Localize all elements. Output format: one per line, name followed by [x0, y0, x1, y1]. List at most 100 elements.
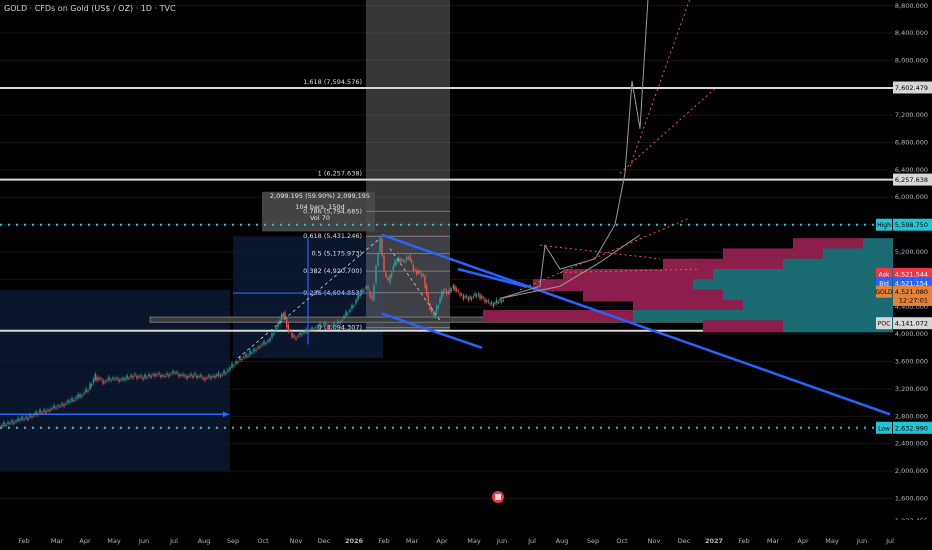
price-axis-tick: 6,400.000 [895, 166, 928, 174]
candle-body [164, 375, 166, 377]
candle-body [37, 413, 39, 415]
candle-body [357, 294, 359, 300]
candle-body [231, 363, 233, 368]
volume-profile-bar [863, 238, 893, 251]
volume-profile-bar [743, 299, 893, 312]
candle-body [108, 377, 110, 381]
candle-body [65, 403, 67, 405]
volume-profile-bar [663, 258, 783, 271]
candle-body [208, 375, 210, 378]
candle-body [485, 300, 488, 302]
candle-body [148, 374, 150, 377]
candle-body [319, 322, 321, 327]
chart-canvas[interactable]: 1.618 (7,594.576)1 (6,257.638)0.786 (5,7… [0, 0, 932, 550]
volume-profile-bar [793, 238, 863, 251]
candle-body [1, 425, 3, 427]
candle-body [17, 418, 19, 421]
price-axis-tick: 3,200.000 [895, 385, 928, 393]
candle-body [25, 416, 27, 419]
candle-body [351, 304, 353, 309]
price-axis-tick: 2,800.000 [895, 412, 928, 420]
time-axis-tick: Feb [18, 537, 30, 545]
candle-body [410, 259, 413, 263]
event-marker-icon-inner [495, 494, 501, 500]
candle-body [253, 348, 255, 352]
time-axis-tick: Jun [138, 537, 149, 545]
price-tag-value: 2,632.990 [895, 424, 928, 432]
candle-body [482, 297, 485, 299]
candle-body [160, 375, 162, 378]
candle-body [67, 400, 69, 403]
candle-body [349, 309, 351, 312]
candle-body [194, 373, 196, 376]
candle-body [301, 334, 303, 336]
candle-body [353, 306, 355, 308]
candle-body [206, 377, 208, 379]
candle-body [19, 419, 21, 421]
price-tag-label: Low [878, 425, 890, 432]
candle-body [190, 373, 192, 376]
candle-body [394, 260, 396, 266]
price-axis-tick: 3,600.000 [895, 358, 928, 366]
candle-body [323, 322, 325, 325]
candle-body [104, 381, 106, 383]
candle-body [15, 420, 17, 422]
candle-body [305, 328, 307, 333]
candle-body [94, 373, 96, 380]
candle-body [45, 410, 47, 413]
price-axis-tick: 5,200.000 [895, 248, 928, 256]
candle-body [445, 290, 448, 295]
price-tag-value: 4,141.072 [895, 320, 928, 328]
candle-body [134, 374, 136, 376]
candle-body [180, 374, 182, 376]
candle-body [221, 374, 223, 376]
candle-body [110, 379, 112, 381]
price-axis-tick: 1,600.000 [895, 495, 928, 503]
candle-body [170, 373, 172, 375]
candle-body [424, 275, 426, 288]
candle-body [399, 258, 401, 263]
candle-body [329, 325, 331, 327]
volume-profile-bar [723, 248, 823, 261]
time-axis-tick: May [107, 537, 121, 545]
candle-body [229, 367, 231, 370]
candle-body [462, 295, 465, 300]
candle-body [122, 377, 124, 380]
volume-profile-bar [723, 289, 893, 302]
price-axis-tick: 2,000.000 [895, 467, 928, 475]
volume-profile-bar [703, 320, 783, 333]
candle-body [200, 374, 202, 377]
candle-body [469, 296, 471, 299]
candle-body [116, 377, 118, 379]
candle-body [237, 362, 239, 364]
candle-body [43, 409, 45, 412]
candle-body [204, 377, 206, 381]
candle-body [23, 419, 25, 421]
candle-body [359, 294, 361, 297]
candle-body [381, 238, 383, 256]
candle-body [383, 255, 385, 271]
time-axis-tick: Oct [616, 537, 628, 545]
candle-body [457, 290, 460, 292]
price-tag-label: High [877, 222, 891, 229]
candle-body [309, 330, 311, 332]
fib-label: 1.618 (7,594.576) [303, 78, 362, 86]
candle-body [375, 266, 377, 283]
candle-body [51, 408, 53, 410]
candle-body [361, 289, 363, 294]
volume-profile-bar [533, 279, 693, 292]
candle-body [83, 392, 85, 394]
candle-body [432, 312, 435, 315]
candle-body [247, 355, 249, 357]
candle-body [138, 376, 140, 378]
candle-body [475, 295, 478, 297]
volume-profile-bar [633, 310, 893, 323]
candle-body [439, 298, 441, 304]
time-axis-tick: May [467, 537, 481, 545]
candle-body [0, 427, 1, 429]
candle-body [227, 369, 229, 372]
candle-body [377, 253, 379, 266]
candle-body [500, 300, 503, 303]
time-axis-tick: Feb [738, 537, 750, 545]
price-tag-value: 7,602.479 [895, 84, 928, 92]
